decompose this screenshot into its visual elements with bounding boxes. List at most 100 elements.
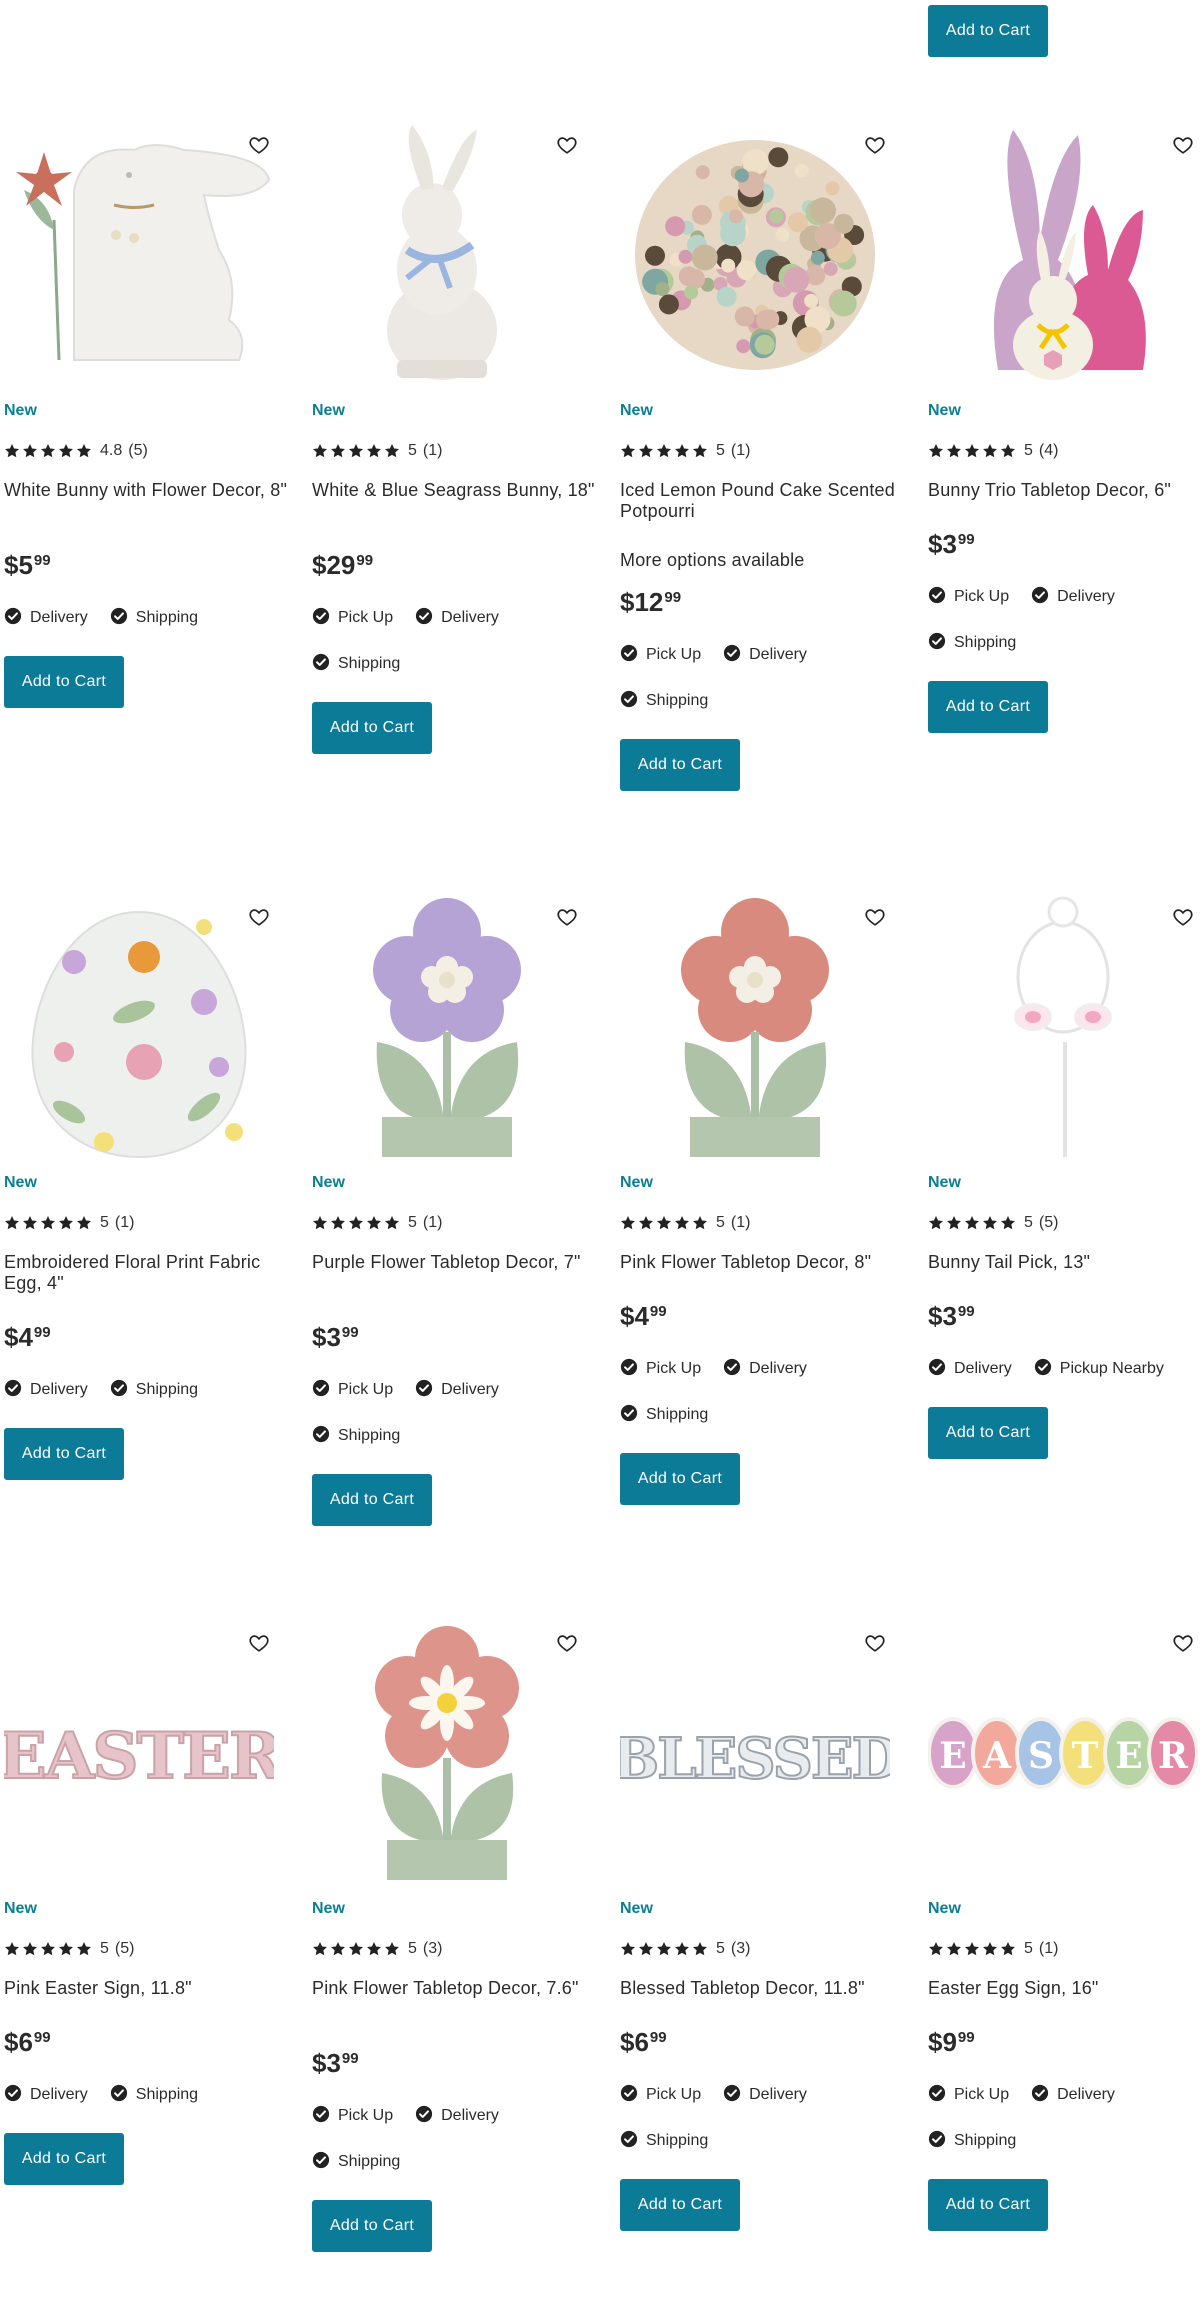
heart-icon[interactable] xyxy=(552,130,582,160)
new-badge: New xyxy=(928,1174,961,1191)
add-to-cart-button[interactable]: Add to Cart xyxy=(4,656,124,708)
add-to-cart-button[interactable]: Add to Cart xyxy=(312,702,432,754)
check-circle-icon xyxy=(620,2130,646,2153)
fulfillment-label: Shipping xyxy=(135,609,199,626)
check-circle-icon xyxy=(415,607,441,630)
rating-value: 5 xyxy=(1024,442,1033,459)
bunny-trio-image[interactable] xyxy=(928,120,1198,390)
star-rating-icon xyxy=(928,1941,1016,1957)
heart-icon[interactable] xyxy=(244,1628,274,1658)
heart-icon[interactable] xyxy=(1168,902,1198,932)
fulfillment-option: Pickup Nearby xyxy=(1034,1357,1164,1381)
fulfillment-option: Pick Up xyxy=(620,643,701,667)
svg-text:A: A xyxy=(982,1735,1012,1777)
price: $9 99 xyxy=(928,2027,1200,2063)
heart-icon[interactable] xyxy=(1168,130,1198,160)
add-to-cart-button[interactable]: Add to Cart xyxy=(928,681,1048,733)
review-count: (1) xyxy=(730,1214,751,1231)
product-title[interactable]: Pink Flower Tabletop Decor, 7.6" xyxy=(312,1978,602,1999)
check-circle-icon xyxy=(723,644,749,667)
rating[interactable]: 5 (1) xyxy=(620,1214,750,1232)
purple-flower-image[interactable] xyxy=(312,892,582,1162)
rating[interactable]: 5 (1) xyxy=(312,1214,442,1232)
product-title[interactable]: Bunny Trio Tabletop Decor, 6" xyxy=(928,480,1200,501)
rating[interactable]: 4.8 (5) xyxy=(4,442,148,460)
check-circle-icon xyxy=(415,1379,441,1402)
star-rating-icon xyxy=(928,1215,1016,1231)
rating[interactable]: 5 (3) xyxy=(620,1940,750,1958)
potpourri-image[interactable] xyxy=(620,120,890,390)
price-cents: 99 xyxy=(341,2050,359,2067)
fulfillment-label: Shipping xyxy=(954,2132,1017,2149)
rating[interactable]: 5 (5) xyxy=(4,1940,134,1958)
product-title[interactable]: Purple Flower Tabletop Decor, 7" xyxy=(312,1252,602,1273)
heart-icon[interactable] xyxy=(244,902,274,932)
rating[interactable]: 5 (4) xyxy=(928,442,1058,460)
heart-icon[interactable] xyxy=(860,902,890,932)
product-title[interactable]: Iced Lemon Pound Cake Scented Potpourri xyxy=(620,480,910,522)
fulfillment-label: Shipping xyxy=(135,1381,199,1398)
new-badge: New xyxy=(4,402,37,419)
product-details: $3 99 Pick Up Delivery Shipping Add to Car… xyxy=(928,529,1200,733)
fulfillment-options: Pick Up Delivery Shipping xyxy=(620,1357,910,1427)
rating[interactable]: 5 (5) xyxy=(928,1214,1058,1232)
check-circle-icon xyxy=(110,2084,136,2107)
heart-icon[interactable] xyxy=(860,1628,890,1658)
fulfillment-option: Delivery xyxy=(723,643,807,667)
new-badge: New xyxy=(312,1900,345,1917)
rating[interactable]: 5 (1) xyxy=(312,442,442,460)
product-title[interactable]: Pink Easter Sign, 11.8" xyxy=(4,1978,294,1999)
check-circle-icon xyxy=(110,1379,136,1402)
add-to-cart-button[interactable]: Add to Cart xyxy=(4,1428,124,1480)
add-to-cart-button[interactable]: Add to Cart xyxy=(928,1407,1048,1459)
product-title[interactable]: Blessed Tabletop Decor, 11.8" xyxy=(620,1978,910,1999)
product-title[interactable]: White Bunny with Flower Decor, 8" xyxy=(4,480,294,501)
seagrass-bunny-image[interactable] xyxy=(312,120,582,390)
add-to-cart-button[interactable]: Add to Cart xyxy=(620,1453,740,1505)
rating[interactable]: 5 (1) xyxy=(4,1214,134,1232)
bunny-tail-pick-image[interactable] xyxy=(928,892,1198,1162)
pink-daisy-flower-image[interactable] xyxy=(312,1618,582,1888)
add-to-cart-button[interactable]: Add to Cart xyxy=(620,739,740,791)
easter-egg-sign-image[interactable]: EASTER xyxy=(928,1618,1198,1888)
heart-icon[interactable] xyxy=(1168,1628,1198,1658)
product-title[interactable]: Bunny Tail Pick, 13" xyxy=(928,1252,1200,1273)
price: $12 99 xyxy=(620,587,920,623)
easter-sign-image[interactable]: EASTER xyxy=(4,1618,274,1888)
pink-flower-image[interactable] xyxy=(620,892,890,1162)
white-bunny-flower-image[interactable] xyxy=(4,120,274,390)
rating[interactable]: 5 (1) xyxy=(928,1940,1058,1958)
add-to-cart-button[interactable]: Add to Cart xyxy=(4,2133,124,2185)
check-circle-icon xyxy=(4,607,30,630)
heart-icon[interactable] xyxy=(860,130,890,160)
add-to-cart-button[interactable]: Add to Cart xyxy=(928,5,1048,57)
floral-egg-image[interactable] xyxy=(4,892,274,1162)
more-options[interactable]: More options available xyxy=(620,550,920,571)
rating-value: 5 xyxy=(1024,1214,1033,1231)
fulfillment-label: Delivery xyxy=(1057,588,1115,605)
product-title[interactable]: Pink Flower Tabletop Decor, 8" xyxy=(620,1252,910,1273)
check-circle-icon xyxy=(1034,1358,1060,1381)
review-count: (5) xyxy=(128,442,148,459)
heart-icon[interactable] xyxy=(552,1628,582,1658)
add-to-cart-button[interactable]: Add to Cart xyxy=(312,2200,432,2252)
rating[interactable]: 5 (3) xyxy=(312,1940,442,1958)
product-details: $9 99 Pick Up Delivery Shipping Add to Car… xyxy=(928,2027,1200,2231)
price: $3 99 xyxy=(928,1301,1200,1337)
add-to-cart-button[interactable]: Add to Cart xyxy=(312,1474,432,1526)
blessed-sign-image[interactable]: BLESSED xyxy=(620,1618,890,1888)
svg-text:R: R xyxy=(1158,1735,1189,1777)
product-title[interactable]: Easter Egg Sign, 16" xyxy=(928,1978,1200,1999)
add-to-cart-button[interactable]: Add to Cart xyxy=(928,2179,1048,2231)
check-circle-icon xyxy=(4,2084,30,2107)
add-to-cart-button[interactable]: Add to Cart xyxy=(620,2179,740,2231)
price-dollars: $3 xyxy=(928,529,957,559)
heart-icon[interactable] xyxy=(244,130,274,160)
fulfillment-label: Pickup Nearby xyxy=(1059,1360,1164,1377)
product-title[interactable]: White & Blue Seagrass Bunny, 18" xyxy=(312,480,602,501)
heart-icon[interactable] xyxy=(552,902,582,932)
star-rating-icon xyxy=(928,443,1016,459)
fulfillment-label: Shipping xyxy=(135,2086,199,2103)
rating[interactable]: 5 (1) xyxy=(620,442,750,460)
product-title[interactable]: Embroidered Floral Print Fabric Egg, 4" xyxy=(4,1252,294,1294)
